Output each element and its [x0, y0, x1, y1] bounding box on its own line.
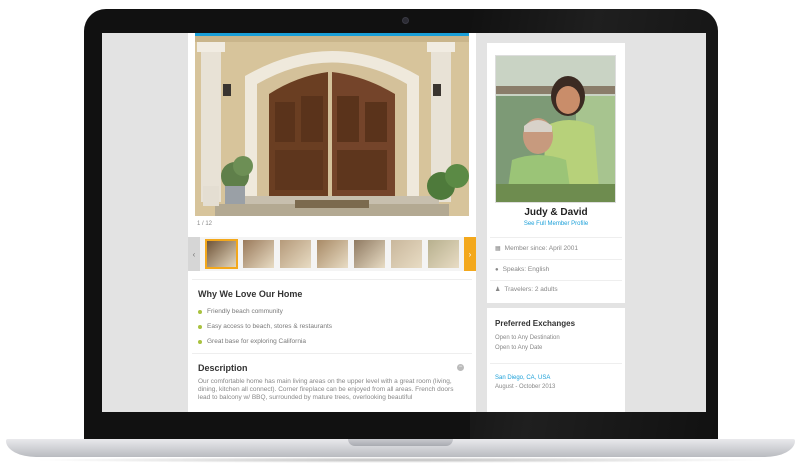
screen: 1 / 12 ‹ › Why We Love Our Home Friendly…: [102, 33, 706, 412]
thumbnail[interactable]: [280, 240, 311, 268]
destination-link[interactable]: San Diego, CA, USA: [495, 375, 550, 381]
home-main-photo[interactable]: [195, 36, 469, 216]
divider: [490, 363, 622, 364]
divider: [490, 259, 622, 260]
camera-icon: [402, 17, 409, 24]
preferred-line: Open to Any Destination: [495, 335, 560, 341]
chat-icon: ●: [495, 266, 499, 273]
member-name: Judy & David: [524, 207, 588, 218]
bullet-icon: [198, 309, 202, 314]
divider: [490, 237, 622, 238]
list-item-text: Friendly beach community: [207, 308, 283, 315]
member-photo[interactable]: [495, 55, 616, 203]
preferred-exchanges-title: Preferred Exchanges: [495, 319, 576, 328]
list-item: Great base for exploring California: [198, 334, 332, 349]
bullet-icon: [198, 339, 202, 344]
list-item: Easy access to beach, stores & restauran…: [198, 319, 332, 334]
laptop-shadow: [30, 457, 771, 463]
thumbnail[interactable]: [317, 240, 348, 268]
thumbnail-strip: ‹ ›: [188, 237, 476, 271]
front-door-illustration: [195, 36, 469, 216]
preferred-line: Open to Any Date: [495, 345, 543, 351]
divider: [192, 279, 472, 280]
member-since-text: Member since: April 2001: [504, 245, 579, 252]
chevron-left-icon[interactable]: ‹: [188, 237, 200, 271]
description-title: Description: [198, 363, 248, 373]
list-item-text: Easy access to beach, stores & restauran…: [207, 323, 333, 330]
minus-icon[interactable]: −: [457, 364, 464, 371]
why-we-love-title: Why We Love Our Home: [198, 289, 303, 299]
thumbnail[interactable]: [243, 240, 274, 268]
thumbnail[interactable]: [354, 240, 385, 268]
calendar-icon: ▦: [495, 246, 501, 252]
thumbnail[interactable]: [391, 240, 422, 268]
bullet-icon: [198, 324, 202, 329]
divider: [490, 280, 622, 281]
full-profile-link[interactable]: See Full Member Profile: [487, 221, 625, 227]
chevron-left-glyph: ‹: [192, 249, 196, 259]
description-text: Our comfortable home has main living are…: [198, 378, 454, 401]
chevron-right-icon[interactable]: ›: [464, 237, 476, 271]
list-item: Friendly beach community: [198, 304, 332, 319]
thumbnail[interactable]: [205, 239, 238, 269]
laptop-base-notch: [348, 439, 453, 446]
dates-text: August - October 2013: [495, 384, 556, 390]
why-we-love-list: Friendly beach community Easy access to …: [198, 304, 332, 349]
thumbnail[interactable]: [428, 240, 459, 268]
speaks-text: Speaks: English: [502, 266, 550, 273]
travelers-row: ♟ Travelers: 2 adults: [495, 286, 558, 293]
speaks-row: ● Speaks: English: [495, 266, 549, 273]
person-icon: ♟: [495, 287, 501, 293]
chevron-right-glyph: ›: [468, 249, 472, 259]
travelers-text: Travelers: 2 adults: [504, 286, 558, 293]
photo-counter: 1 / 12: [197, 221, 213, 227]
member-photo-illustration: [496, 56, 615, 202]
member-since-row: ▦ Member since: April 2001: [495, 245, 578, 252]
divider: [192, 353, 472, 354]
list-item-text: Great base for exploring California: [207, 338, 306, 345]
